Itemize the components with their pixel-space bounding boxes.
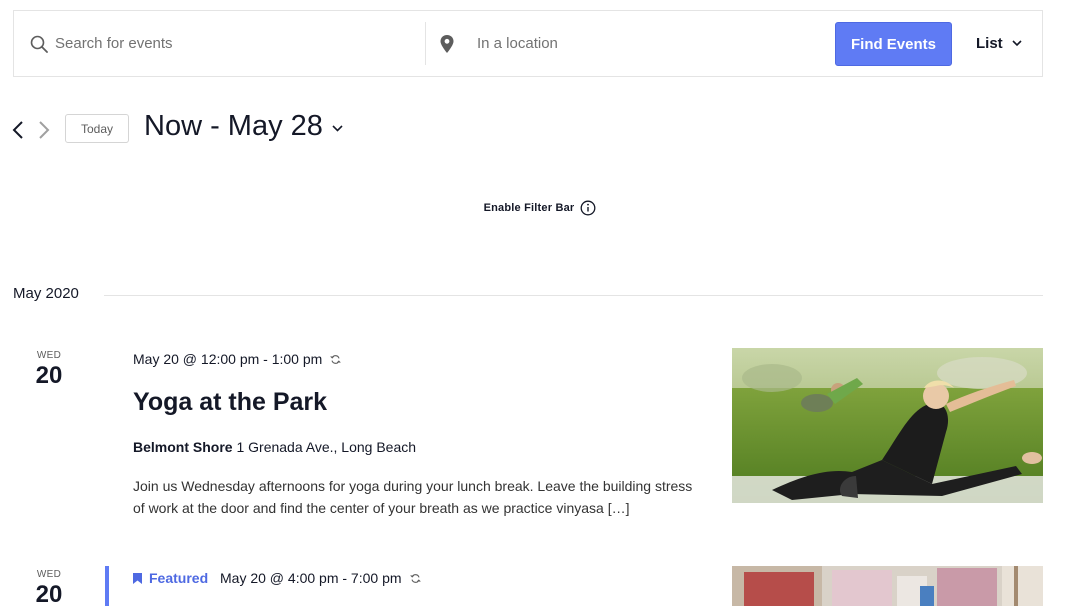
event-date-tag: WED 20 [30, 569, 68, 606]
featured-indicator-bar [105, 566, 109, 606]
filter-bar-label: Enable Filter Bar [483, 202, 575, 214]
month-separator: May 2020 [13, 285, 79, 302]
chevron-down-icon [1012, 40, 1022, 47]
recurring-icon [330, 354, 341, 364]
event-datetime: May 20 @ 12:00 pm - 1:00 pm [133, 351, 341, 367]
event-day-of-week: WED [36, 350, 62, 361]
event-item: WED 20 Featured May 20 @ 4:00 pm - 7:00 … [0, 564, 1080, 606]
info-icon[interactable] [580, 200, 596, 216]
event-photo[interactable] [732, 566, 1043, 606]
search-icon [30, 35, 48, 53]
event-description: Join us Wednesday afternoons for yoga du… [133, 478, 693, 516]
date-range-picker[interactable]: Now - May 28 [144, 110, 343, 143]
event-venue-address: 1 Grenada Ave., Long Beach [236, 439, 417, 455]
today-button[interactable]: Today [65, 114, 129, 143]
featured-flag-icon [133, 572, 142, 584]
event-day-number: 20 [35, 362, 63, 389]
find-events-button[interactable]: Find Events [835, 22, 952, 66]
featured-badge: Featured [133, 570, 208, 586]
featured-label: Featured [149, 570, 209, 586]
location-search-field[interactable] [426, 11, 826, 76]
event-featured-image [732, 348, 1043, 503]
event-featured-image [732, 566, 1043, 606]
chevron-right-icon[interactable] [38, 121, 50, 139]
event-day-number: 20 [35, 581, 63, 606]
month-separator-line [104, 295, 1043, 296]
enable-filter-bar-toggle[interactable]: Enable Filter Bar [0, 196, 1080, 220]
event-datetime: May 20 @ 4:00 pm - 7:00 pm [220, 570, 421, 586]
recurring-icon [409, 573, 421, 583]
event-item: WED 20 May 20 @ 12:00 pm - 1:00 pm Yoga … [0, 345, 1080, 525]
event-time-text: May 20 @ 12:00 pm - 1:00 pm [133, 351, 323, 367]
event-venue-name: Belmont Shore [133, 439, 233, 455]
view-selector[interactable]: List [976, 11, 1022, 76]
chevron-left-icon[interactable] [12, 121, 24, 139]
keyword-search-input[interactable] [55, 35, 375, 52]
event-venue: Belmont Shore 1 Grenada Ave., Long Beach [133, 439, 416, 455]
event-title-link[interactable]: Yoga at the Park [133, 388, 327, 417]
keyword-search-field[interactable] [14, 11, 425, 76]
yoga-in-park-photo[interactable] [732, 348, 1043, 503]
events-search-bar: Find Events List [13, 10, 1043, 77]
date-range-label: Now - May 28 [144, 110, 323, 142]
location-search-input[interactable] [477, 35, 797, 52]
view-selector-label: List [976, 35, 1003, 52]
event-time-text: May 20 @ 4:00 pm - 7:00 pm [220, 570, 402, 586]
event-date-tag: WED 20 [30, 350, 68, 390]
event-day-of-week: WED [36, 569, 62, 580]
chevron-down-icon [332, 124, 343, 132]
location-pin-icon [440, 34, 454, 53]
